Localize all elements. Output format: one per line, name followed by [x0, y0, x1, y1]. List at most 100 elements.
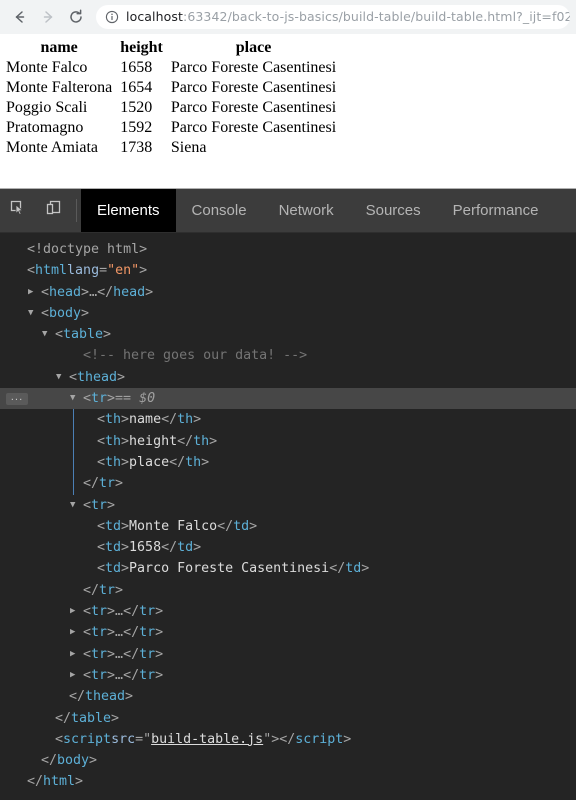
dom-token: >	[107, 495, 115, 516]
dom-token: </	[83, 473, 99, 494]
device-toolbar-button[interactable]	[36, 189, 72, 232]
dom-token: >	[201, 452, 209, 473]
tab-sources[interactable]: Sources	[350, 189, 437, 232]
dom-node-row[interactable]: </table>	[0, 708, 576, 729]
dom-token: <	[41, 282, 49, 303]
dom-token: <	[97, 558, 105, 579]
dom-node-row[interactable]: <tr>…</tr>	[0, 665, 576, 686]
table-row: Pratomagno1592Parco Foreste Casentinesi	[2, 118, 340, 138]
dom-token: <	[41, 303, 49, 324]
dom-node-row[interactable]: <td>Monte Falco</td>	[0, 516, 576, 537]
forward-button[interactable]	[34, 3, 62, 31]
dom-token: td	[105, 537, 121, 558]
table-body: Monte Falco1658Parco Foreste Casentinesi…	[2, 58, 340, 158]
dom-token: tr	[91, 388, 107, 409]
inspect-element-button[interactable]	[0, 189, 36, 232]
dom-token: td	[345, 558, 361, 579]
expand-arrow-icon[interactable]	[28, 282, 41, 303]
dom-token: >	[193, 537, 201, 558]
dom-token: tr	[91, 644, 107, 665]
dom-node-row[interactable]: <tr>	[0, 495, 576, 516]
expand-arrow-icon[interactable]	[70, 601, 83, 622]
dom-token: src	[111, 729, 135, 750]
table-row: Monte Falterona1654Parco Foreste Casenti…	[2, 78, 340, 98]
dom-node-row[interactable]: <!doctype html>	[0, 239, 576, 260]
dom-node-row[interactable]: </thead>	[0, 686, 576, 707]
dom-token: </	[55, 708, 71, 729]
dom-node-row[interactable]: </tr>	[0, 473, 576, 494]
dom-node-row[interactable]: <tr>…</tr>	[0, 622, 576, 643]
dom-token: tr	[139, 665, 155, 686]
dom-token: height	[129, 431, 177, 452]
expand-arrow-icon[interactable]	[70, 644, 83, 665]
address-bar[interactable]: localhost:63342/back-to-js-basics/build-…	[96, 5, 570, 29]
collapse-arrow-icon[interactable]	[70, 388, 83, 409]
expand-arrow-icon[interactable]	[70, 622, 83, 643]
dom-token: script	[63, 729, 111, 750]
dom-tree[interactable]: <!doctype html><html lang="en"><head>…</…	[0, 233, 576, 800]
dom-token: >	[111, 708, 119, 729]
dom-node-row[interactable]: <td>1658</td>	[0, 537, 576, 558]
collapse-arrow-icon[interactable]	[42, 324, 55, 345]
dom-token: thead	[85, 686, 125, 707]
dom-token: >	[107, 644, 115, 665]
back-button[interactable]	[6, 3, 34, 31]
dom-node-row[interactable]: <html lang="en">	[0, 260, 576, 281]
dom-token: th	[105, 452, 121, 473]
dom-token: >	[107, 665, 115, 686]
dom-token: tr	[91, 495, 107, 516]
dom-node-row[interactable]: <td>Parco Foreste Casentinesi</td>	[0, 558, 576, 579]
dom-token: >	[155, 665, 163, 686]
table-cell: Parco Foreste Casentinesi	[167, 118, 340, 138]
page-viewport: nameheightplace Monte Falco1658Parco For…	[0, 34, 576, 188]
collapse-arrow-icon[interactable]	[28, 303, 41, 324]
dom-token: <	[55, 324, 63, 345]
dom-token: </	[123, 601, 139, 622]
dom-node-row[interactable]: <body>	[0, 303, 576, 324]
table-cell: Parco Foreste Casentinesi	[167, 98, 340, 118]
dom-token: <	[83, 601, 91, 622]
dom-token: >	[343, 729, 351, 750]
dom-token: th	[105, 409, 121, 430]
expand-arrow-icon[interactable]	[70, 665, 83, 686]
dom-token: th	[177, 409, 193, 430]
dom-node-row[interactable]: </body>	[0, 750, 576, 771]
dom-node-row[interactable]: <th>name</th>	[0, 409, 576, 430]
dom-node-row[interactable]: <head>…</head>	[0, 282, 576, 303]
table-cell: Poggio Scali	[2, 98, 116, 118]
dom-node-row-selected[interactable]: ...<tr> == $0	[0, 388, 576, 409]
tab-console[interactable]: Console	[176, 189, 263, 232]
devtools-tabs: ElementsConsoleNetworkSourcesPerformance	[81, 189, 576, 232]
dom-token: td	[177, 537, 193, 558]
collapse-arrow-icon[interactable]	[56, 367, 69, 388]
table-cell: 1738	[116, 138, 167, 158]
dom-token: …	[89, 282, 97, 303]
reload-button[interactable]	[62, 3, 90, 31]
collapse-arrow-icon[interactable]	[70, 495, 83, 516]
dom-node-row[interactable]: </tr>	[0, 580, 576, 601]
forward-arrow-icon	[39, 8, 57, 26]
dom-node-row[interactable]: <script src="build-table.js"></script>	[0, 729, 576, 750]
dom-node-row[interactable]: <th>height</th>	[0, 431, 576, 452]
dom-token: >	[115, 473, 123, 494]
dom-token: </	[83, 580, 99, 601]
tab-elements[interactable]: Elements	[81, 189, 176, 232]
dom-token: </	[169, 452, 185, 473]
dom-node-row[interactable]: <th>place</th>	[0, 452, 576, 473]
table-header-cell: height	[116, 38, 167, 58]
dom-node-row[interactable]: <table>	[0, 324, 576, 345]
tab-network[interactable]: Network	[263, 189, 350, 232]
table-cell: 1520	[116, 98, 167, 118]
dom-node-row[interactable]: <thead>	[0, 367, 576, 388]
page-info-icon[interactable]	[104, 9, 120, 25]
dom-token: >	[121, 516, 129, 537]
node-overflow-badge[interactable]: ...	[6, 393, 28, 405]
dom-node-row[interactable]: <!-- here goes our data! -->	[0, 345, 576, 366]
dom-token: </	[329, 558, 345, 579]
dom-token: <!doctype html>	[27, 239, 147, 260]
dom-node-row[interactable]: <tr>…</tr>	[0, 644, 576, 665]
dom-token: >	[145, 282, 153, 303]
dom-node-row[interactable]: <tr>…</tr>	[0, 601, 576, 622]
tab-performance[interactable]: Performance	[437, 189, 555, 232]
dom-node-row[interactable]: </html>	[0, 771, 576, 792]
